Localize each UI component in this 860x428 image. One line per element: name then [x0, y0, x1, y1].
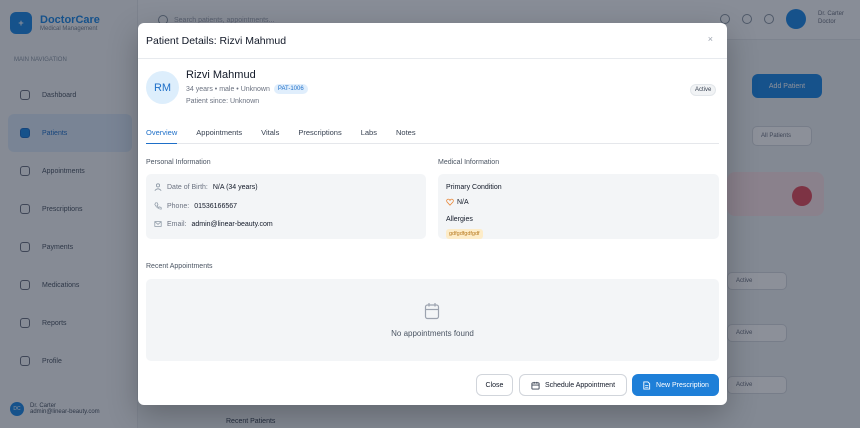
email-label: Email:: [167, 220, 187, 228]
phone-icon: [154, 202, 162, 210]
primary-condition-label: Primary Condition: [446, 184, 502, 191]
tab-vitals[interactable]: Vitals: [261, 123, 279, 144]
phone-label: Phone:: [167, 202, 190, 210]
dob-row: Date of Birth: N/A (34 years): [154, 183, 258, 191]
patient-meta: 34 years • male • Unknown PAT-1006: [186, 84, 308, 94]
avatar: RM: [146, 71, 179, 104]
tab-notes[interactable]: Notes: [396, 123, 416, 144]
status-badge: Active: [690, 84, 717, 96]
patient-tabs: Overview Appointments Vitals Prescriptio…: [146, 123, 719, 144]
personal-info-panel: Date of Birth: N/A (34 years) Phone: 015…: [146, 174, 426, 239]
personal-info-heading: Personal Information: [146, 159, 211, 166]
user-icon: [154, 183, 162, 191]
patient-details-modal: Patient Details: Rizvi Mahmud × RM Rizvi…: [138, 23, 727, 405]
calendar-icon: [531, 381, 540, 390]
tab-overview[interactable]: Overview: [146, 123, 178, 144]
modal-title: Patient Details: Rizvi Mahmud: [146, 34, 287, 47]
dob-value: N/A (34 years): [212, 183, 258, 191]
patient-id-badge: PAT-1006: [273, 84, 308, 94]
medical-info-panel: Primary Condition N/A Allergies gdfgdfgd…: [438, 174, 719, 239]
tab-prescriptions[interactable]: Prescriptions: [298, 123, 341, 144]
email-row: Email: admin@linear-beauty.com: [154, 220, 273, 228]
recent-appointments-panel: No appointments found: [146, 279, 719, 361]
file-icon: [643, 380, 651, 390]
primary-condition-value: N/A: [457, 198, 469, 206]
schedule-appointment-button[interactable]: Schedule Appointment: [519, 374, 627, 396]
tab-appointments[interactable]: Appointments: [196, 123, 242, 144]
heart-icon: [446, 198, 454, 206]
dob-label: Date of Birth:: [167, 183, 208, 191]
email-value: admin@linear-beauty.com: [191, 220, 273, 228]
primary-condition-value-row: N/A: [446, 198, 469, 206]
close-button[interactable]: Close: [476, 374, 513, 396]
close-icon[interactable]: ×: [708, 34, 713, 44]
calendar-icon: [424, 303, 440, 320]
phone-row: Phone: 01536166567: [154, 202, 237, 210]
new-prescription-label: New Prescription: [656, 381, 709, 389]
tab-labs[interactable]: Labs: [361, 123, 377, 144]
phone-value: 01536166567: [194, 202, 238, 210]
allergies-label: Allergies: [446, 216, 473, 223]
recent-appointments-heading: Recent Appointments: [146, 263, 213, 270]
patient-name: Rizvi Mahmud: [186, 69, 256, 81]
schedule-appointment-label: Schedule Appointment: [544, 381, 616, 389]
patient-demographics: 34 years • male • Unknown: [186, 85, 270, 93]
empty-state-text: No appointments found: [391, 329, 474, 338]
medical-info-heading: Medical Information: [438, 159, 500, 166]
modal-header: Patient Details: Rizvi Mahmud ×: [138, 23, 727, 59]
allergy-tag: gdfgdfgdfgdf: [446, 229, 483, 239]
new-prescription-button[interactable]: New Prescription: [632, 374, 719, 396]
patient-since: Patient since: Unknown: [186, 98, 260, 105]
close-button-label: Close: [485, 381, 504, 389]
mail-icon: [154, 221, 162, 227]
